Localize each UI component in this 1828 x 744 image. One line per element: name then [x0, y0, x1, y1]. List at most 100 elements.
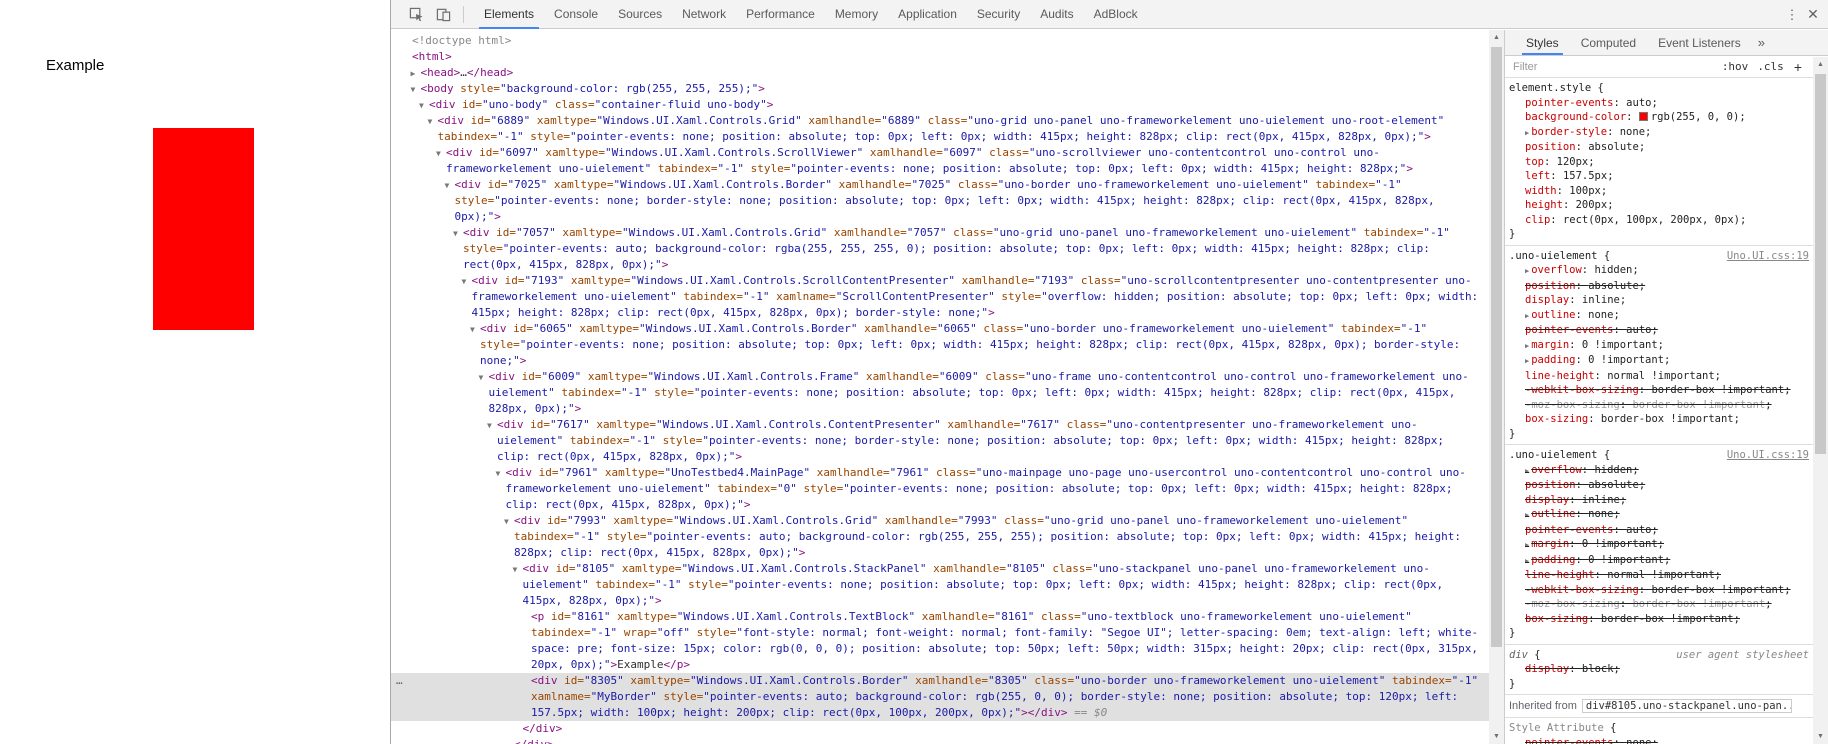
- css-property[interactable]: pointer-events: auto;: [1509, 523, 1809, 538]
- sidebar-tab-styles[interactable]: Styles: [1522, 30, 1563, 55]
- dom-tree-row[interactable]: ▼ <div id="7961" xamltype="UnoTestbed4.Ma…: [391, 465, 1489, 513]
- dom-tree-row[interactable]: ▼ <div id="6097" xamltype="Windows.UI.Xam…: [391, 145, 1489, 177]
- collapse-arrow-icon[interactable]: ▼: [445, 178, 450, 194]
- css-property[interactable]: background-color: rgb(255, 0, 0);: [1509, 110, 1809, 125]
- css-property[interactable]: line-height: normal !important;: [1509, 568, 1809, 583]
- css-source-link[interactable]: Uno.UI.css:19: [1727, 448, 1809, 463]
- collapse-arrow-icon[interactable]: ▼: [504, 514, 509, 530]
- expand-shorthand-icon[interactable]: ▶: [1525, 541, 1529, 549]
- css-selector[interactable]: .uno-uielement: [1509, 449, 1598, 461]
- css-source-link[interactable]: Uno.UI.css:19: [1727, 249, 1809, 264]
- collapse-arrow-icon[interactable]: ▼: [479, 370, 484, 386]
- styles-scrollbar[interactable]: ▲ ▼: [1813, 57, 1828, 744]
- elements-scrollbar[interactable]: ▲ ▼: [1489, 30, 1504, 744]
- expand-shorthand-icon[interactable]: ▶: [1525, 342, 1529, 350]
- scrollbar-down-icon[interactable]: ▼: [1489, 729, 1504, 744]
- dom-tree-row[interactable]: ▼ <div id="7193" xamltype="Windows.UI.Xam…: [391, 273, 1489, 321]
- tab-network[interactable]: Network: [679, 0, 729, 29]
- css-property[interactable]: box-sizing: border-box !important;: [1509, 612, 1809, 627]
- css-property[interactable]: pointer-events: auto;: [1509, 323, 1809, 338]
- expand-shorthand-icon[interactable]: ▶: [1525, 312, 1529, 320]
- dom-tree-row[interactable]: ▼ <div id="7617" xamltype="Windows.UI.Xam…: [391, 417, 1489, 465]
- tab-elements[interactable]: Elements: [478, 0, 540, 29]
- collapse-arrow-icon[interactable]: ▼: [487, 418, 492, 434]
- css-property[interactable]: top: 120px;: [1509, 155, 1809, 170]
- scrollbar-thumb[interactable]: [1491, 47, 1502, 647]
- css-selector[interactable]: .uno-uielement: [1509, 250, 1598, 262]
- tab-application[interactable]: Application: [895, 0, 960, 29]
- dom-tree-row-selected[interactable]: … <div id="8305" xamltype="Windows.UI.Xam…: [391, 673, 1489, 721]
- scrollbar-up-icon[interactable]: ▲: [1813, 57, 1828, 72]
- tab-sources[interactable]: Sources: [615, 0, 665, 29]
- css-property[interactable]: display: inline;: [1509, 293, 1809, 308]
- tab-performance[interactable]: Performance: [743, 0, 818, 29]
- css-property[interactable]: ▶ overflow: hidden;: [1509, 463, 1809, 479]
- dom-tree-row[interactable]: <p id="8161" xamltype="Windows.UI.Xaml.C…: [391, 609, 1489, 673]
- css-property[interactable]: pointer-events: auto;: [1509, 96, 1809, 111]
- inherited-node-link[interactable]: div#8105.uno-stackpanel.uno-pan...: [1581, 699, 1792, 713]
- css-property[interactable]: -moz-box-sizing: border-box !important;: [1509, 398, 1809, 413]
- sidebar-tab-computed[interactable]: Computed: [1579, 30, 1638, 55]
- expand-shorthand-icon[interactable]: ▶: [1525, 467, 1529, 475]
- sidebar-tab-event-listeners[interactable]: Event Listeners: [1656, 30, 1743, 55]
- css-property[interactable]: ▶ padding: 0 !important;: [1509, 353, 1809, 369]
- expand-shorthand-icon[interactable]: ▶: [1525, 267, 1529, 275]
- css-property[interactable]: box-sizing: border-box !important;: [1509, 412, 1809, 427]
- expand-shorthand-icon[interactable]: ▶: [1525, 511, 1529, 519]
- toggle-device-toolbar-icon[interactable]: [436, 7, 451, 22]
- scrollbar-down-icon[interactable]: ▼: [1813, 729, 1828, 744]
- css-property[interactable]: position: absolute;: [1509, 279, 1809, 294]
- css-property[interactable]: -webkit-box-sizing: border-box !importan…: [1509, 383, 1809, 398]
- styles-filter-input[interactable]: [1509, 59, 1713, 74]
- css-property[interactable]: ▶ outline: none;: [1509, 308, 1809, 324]
- expand-shorthand-icon[interactable]: ▶: [1525, 357, 1529, 365]
- css-property[interactable]: position: absolute;: [1509, 140, 1809, 155]
- new-style-rule-button[interactable]: +: [1794, 59, 1802, 75]
- dom-tree-row[interactable]: ▼ <div id="7057" xamltype="Windows.UI.Xam…: [391, 225, 1489, 273]
- dom-tree-row[interactable]: ▼ <div id="8105" xamltype="Windows.UI.Xam…: [391, 561, 1489, 609]
- expand-shorthand-icon[interactable]: ▶: [1525, 129, 1529, 137]
- dom-tree-row[interactable]: ▼ <div id="uno-body" class="container-flu…: [391, 97, 1489, 113]
- css-property[interactable]: ▶ padding: 0 !important;: [1509, 553, 1809, 569]
- css-property[interactable]: -moz-box-sizing: border-box !important;: [1509, 597, 1809, 612]
- css-selector[interactable]: Style Attribute: [1509, 722, 1604, 734]
- css-selector[interactable]: div: [1509, 649, 1528, 661]
- css-property[interactable]: ▶ margin: 0 !important;: [1509, 537, 1809, 553]
- row-options-dots-icon[interactable]: …: [396, 673, 404, 689]
- dom-tree-row[interactable]: ▼ <body style="background-color: rgb(255,…: [391, 81, 1489, 97]
- css-property[interactable]: position: absolute;: [1509, 478, 1809, 493]
- css-property[interactable]: display: block;: [1509, 662, 1809, 677]
- css-property[interactable]: display: inline;: [1509, 493, 1809, 508]
- dom-tree-row[interactable]: <!doctype html>: [391, 33, 1489, 49]
- collapse-arrow-icon[interactable]: ▼: [453, 226, 458, 242]
- collapse-arrow-icon[interactable]: ▼: [496, 466, 501, 482]
- collapse-arrow-icon[interactable]: ▼: [462, 274, 467, 290]
- css-property[interactable]: -webkit-box-sizing: border-box !importan…: [1509, 583, 1809, 598]
- more-options-icon[interactable]: ⋮: [1782, 7, 1802, 23]
- css-property[interactable]: ▶ outline: none;: [1509, 507, 1809, 523]
- dom-tree-row[interactable]: <html>: [391, 49, 1489, 65]
- dom-tree-row[interactable]: </div>: [391, 721, 1489, 737]
- css-property[interactable]: ▶ border-style: none;: [1509, 125, 1809, 141]
- dom-tree-row[interactable]: ▼ <div id="7025" xamltype="Windows.UI.Xam…: [391, 177, 1489, 225]
- expand-arrow-icon[interactable]: ▶: [411, 66, 416, 82]
- tab-audits[interactable]: Audits: [1037, 0, 1076, 29]
- dom-tree-row[interactable]: ▶ <head>…</head>: [391, 65, 1489, 81]
- dom-tree-row[interactable]: ▼ <div id="6889" xamltype="Windows.UI.Xam…: [391, 113, 1489, 145]
- tab-adblock[interactable]: AdBlock: [1091, 0, 1141, 29]
- hov-toggle-button[interactable]: :hov: [1722, 60, 1749, 73]
- tab-memory[interactable]: Memory: [832, 0, 881, 29]
- collapse-arrow-icon[interactable]: ▼: [428, 114, 433, 130]
- inspect-cursor-icon[interactable]: [409, 7, 424, 22]
- expand-shorthand-icon[interactable]: ▶: [1525, 557, 1529, 565]
- dom-tree-row[interactable]: ▼ <div id="7993" xamltype="Windows.UI.Xam…: [391, 513, 1489, 561]
- scrollbar-up-icon[interactable]: ▲: [1489, 30, 1504, 45]
- collapse-arrow-icon[interactable]: ▼: [411, 82, 416, 98]
- cls-toggle-button[interactable]: .cls: [1757, 60, 1784, 73]
- css-property[interactable]: clip: rect(0px, 100px, 200px, 0px);: [1509, 213, 1809, 228]
- tab-console[interactable]: Console: [551, 0, 601, 29]
- collapse-arrow-icon[interactable]: ▼: [513, 562, 518, 578]
- tab-security[interactable]: Security: [974, 0, 1023, 29]
- tabs-overflow-chevron-icon[interactable]: »: [1758, 30, 1765, 55]
- css-property[interactable]: width: 100px;: [1509, 184, 1809, 199]
